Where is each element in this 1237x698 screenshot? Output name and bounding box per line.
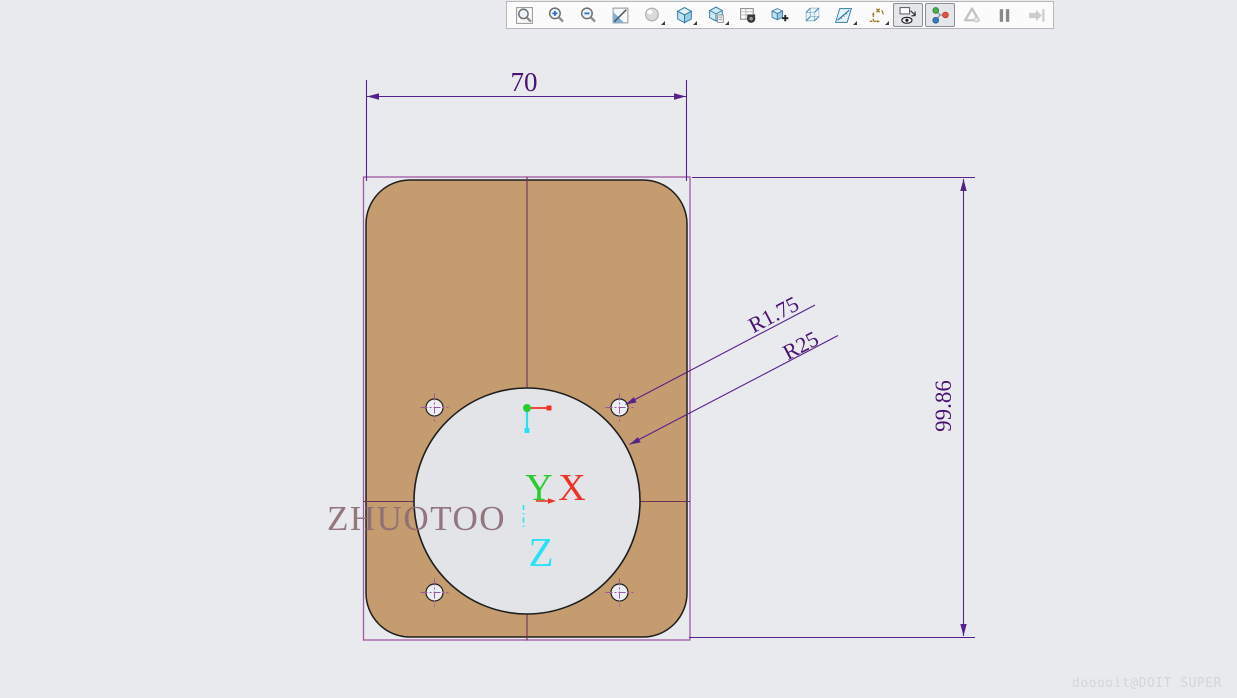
height-dimension-text[interactable]: 99.86 xyxy=(931,380,956,432)
cad-viewport[interactable]: 70 99.86 R1.75 R25 ZHUOTOO Y X Z xyxy=(0,0,1237,698)
axis-label-z: Z xyxy=(528,529,553,575)
bore-radius-text[interactable]: R25 xyxy=(778,326,822,365)
width-dimension[interactable]: 70 xyxy=(365,67,688,181)
footer-watermark: dooooit@DOIT SUPER xyxy=(1072,676,1222,691)
axis-label-y: Y xyxy=(525,467,552,509)
axis-label-x: X xyxy=(558,467,585,509)
hole-radius-text[interactable]: R1.75 xyxy=(744,291,803,338)
height-dimension[interactable]: 99.86 xyxy=(689,176,975,639)
width-dimension-text[interactable]: 70 xyxy=(511,67,538,97)
watermark-text: ZHUOTOO xyxy=(327,499,506,538)
